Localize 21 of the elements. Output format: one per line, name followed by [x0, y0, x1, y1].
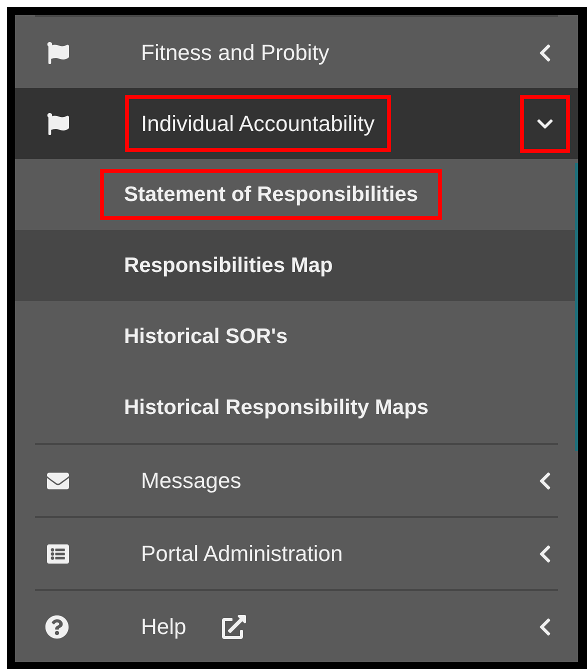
- submenu-label: Responsibilities Map: [124, 254, 333, 277]
- submenu-label: Historical Responsibility Maps: [124, 396, 429, 419]
- chevron-left-icon[interactable]: [537, 544, 553, 564]
- flag-icon: [45, 112, 71, 134]
- menu-label: Portal Administration: [141, 541, 343, 566]
- flag-icon: [45, 42, 71, 64]
- menu-item[interactable]: Individual Accountability: [15, 88, 578, 159]
- menu-label: Help: [141, 614, 186, 639]
- external-link-icon[interactable]: [222, 614, 246, 638]
- scrollbar[interactable]: [575, 163, 578, 451]
- submenu-item[interactable]: Responsibilities Map: [15, 230, 578, 301]
- submenu-label: Statement of Responsibilities: [124, 182, 418, 206]
- menu-label: Fitness and Probity: [141, 40, 330, 65]
- help-icon: [45, 614, 69, 638]
- chevron-left-icon[interactable]: [537, 470, 553, 490]
- menu-label: Messages: [141, 468, 242, 493]
- list-icon: [45, 542, 71, 564]
- menu-label: Individual Accountability: [141, 111, 375, 136]
- chevron-left-icon[interactable]: [537, 616, 553, 636]
- chevron-left-icon[interactable]: [537, 42, 553, 62]
- submenu-label: Historical SOR's: [124, 324, 288, 348]
